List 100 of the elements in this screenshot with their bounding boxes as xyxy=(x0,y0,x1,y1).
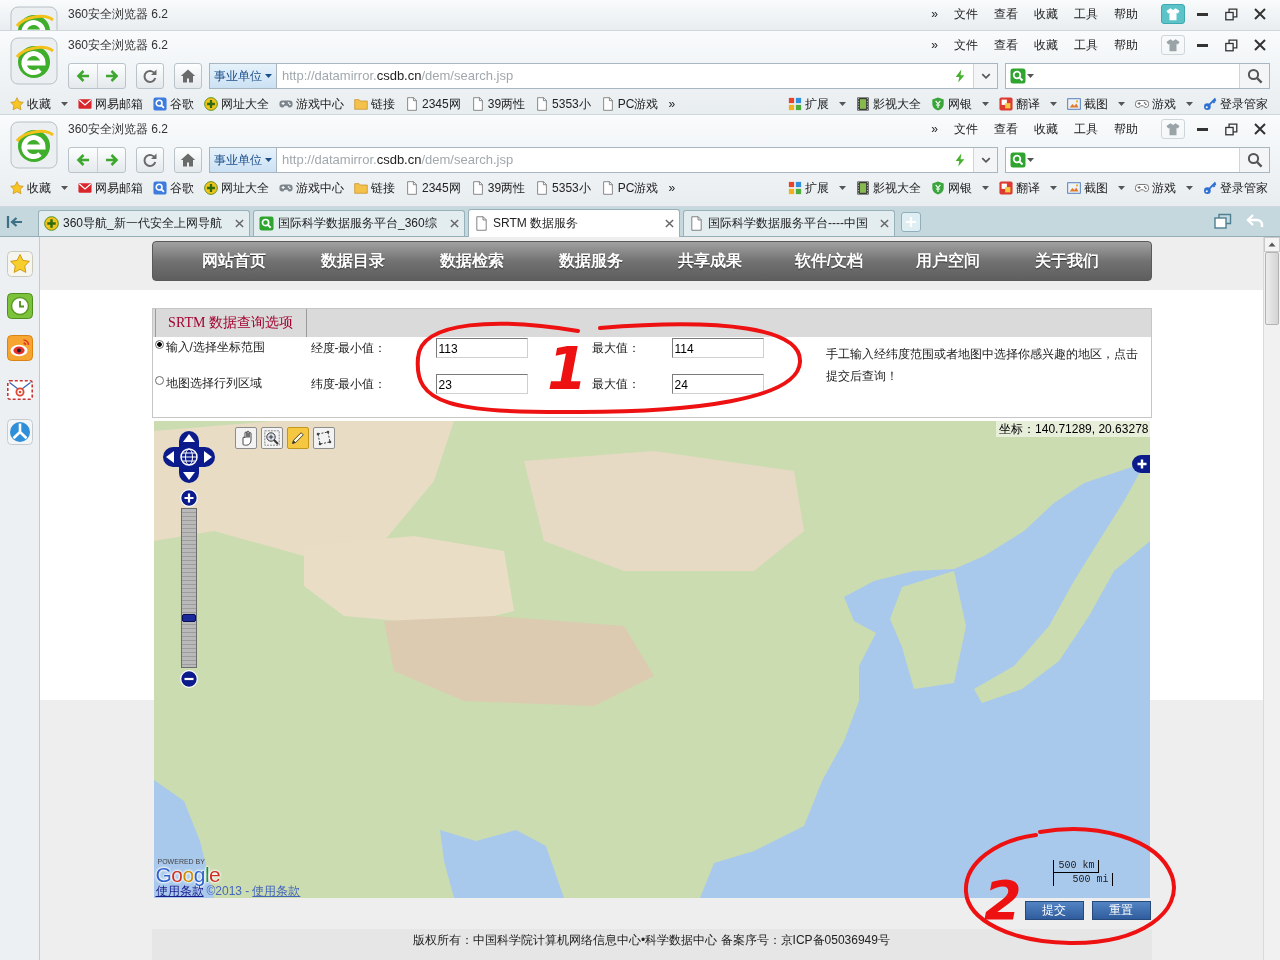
nav-link[interactable]: 数据服务 xyxy=(531,251,651,271)
bookmark-link[interactable]: 谷歌 xyxy=(153,96,194,112)
menu-item[interactable]: 帮助 xyxy=(1106,6,1146,22)
close-icon[interactable] xyxy=(665,219,674,228)
refresh-button[interactable] xyxy=(136,63,164,89)
caret-icon[interactable] xyxy=(1027,74,1034,78)
menu-item[interactable]: 查看 xyxy=(986,37,1026,53)
reset-button[interactable]: 重置 xyxy=(1091,901,1151,920)
caret-icon[interactable] xyxy=(61,186,68,190)
menu-item[interactable]: 收藏 xyxy=(1026,6,1066,22)
menu-item[interactable]: 收藏 xyxy=(1026,121,1066,137)
close-icon[interactable] xyxy=(880,219,889,228)
caret-icon[interactable] xyxy=(839,186,846,190)
bookmark-link[interactable]: 链接 xyxy=(354,180,395,196)
bookmark-link[interactable]: 网易邮箱 xyxy=(78,180,143,196)
toolbar-item[interactable]: 游戏 xyxy=(1135,180,1193,196)
menu-item[interactable]: 工具 xyxy=(1066,6,1106,22)
bookmark-link[interactable]: 5353小 xyxy=(535,180,591,196)
bookmark-link[interactable]: 游戏中心 xyxy=(279,96,344,112)
toolbar-item[interactable]: 网银 xyxy=(931,180,989,196)
bookmark-link[interactable]: 网址大全 xyxy=(204,96,269,112)
menu-item[interactable]: 帮助 xyxy=(1106,121,1146,137)
caret-icon[interactable] xyxy=(1186,186,1193,190)
clock-icon[interactable] xyxy=(6,293,33,319)
more-menu-button[interactable]: » xyxy=(923,121,946,137)
browser-tab[interactable]: SRTM 数据服务 xyxy=(468,209,680,237)
caret-icon[interactable] xyxy=(1186,102,1193,106)
caret-icon[interactable] xyxy=(265,158,272,162)
search-button[interactable] xyxy=(1239,64,1269,88)
more-menu-button[interactable]: » xyxy=(923,6,946,22)
longitude-min-field[interactable]: 113 xyxy=(435,338,528,358)
latitude-min-field[interactable]: 23 xyxy=(435,374,528,394)
toolbar-item[interactable]: 截图 xyxy=(1067,180,1125,196)
home-button[interactable] xyxy=(174,63,202,89)
toolbar-item[interactable]: 影视大全 xyxy=(856,96,921,112)
history-dropdown-button[interactable] xyxy=(973,64,997,88)
bookmark-link[interactable]: 收藏 xyxy=(10,180,68,196)
lightning-icon[interactable] xyxy=(953,69,967,83)
url-field[interactable]: http://datamirror.csdb.cn/dem/search.jsp xyxy=(277,64,947,88)
search-button[interactable] xyxy=(1239,148,1269,172)
bookmark-link[interactable]: PC游戏 xyxy=(600,96,659,112)
polygon-tool-button[interactable] xyxy=(312,427,335,449)
toolbar-item[interactable]: 翻译 xyxy=(999,96,1057,112)
history-dropdown-button[interactable] xyxy=(973,148,997,172)
bookmark-link[interactable]: 收藏 xyxy=(10,96,68,112)
caret-icon[interactable] xyxy=(1050,102,1057,106)
browser-tab[interactable]: 360导航_新一代安全上网导航 xyxy=(38,210,250,236)
windows-icon[interactable] xyxy=(1214,213,1232,229)
menu-item[interactable]: 文件 xyxy=(946,37,986,53)
caret-icon[interactable] xyxy=(982,186,989,190)
menu-item[interactable]: 查看 xyxy=(986,121,1026,137)
browser-tab[interactable]: 国际科学数据服务平台----中国 xyxy=(683,210,895,236)
toolbar-item[interactable]: 扩展 xyxy=(788,96,846,112)
menu-item[interactable]: 查看 xyxy=(986,6,1026,22)
bookmark-link[interactable]: 游戏中心 xyxy=(279,180,344,196)
more-bookmarks-button[interactable]: » xyxy=(668,96,676,112)
nav-link[interactable]: 网站首页 xyxy=(174,251,294,271)
caret-icon[interactable] xyxy=(265,74,272,78)
mode-radio[interactable] xyxy=(154,340,164,349)
scrollbar-thumb[interactable] xyxy=(1265,252,1279,326)
caret-icon[interactable] xyxy=(839,102,846,106)
caret-icon[interactable] xyxy=(1118,186,1125,190)
nav-link[interactable]: 数据目录 xyxy=(293,251,413,271)
envelope-icon[interactable] xyxy=(6,377,33,403)
scope-dropdown[interactable]: 事业单位 xyxy=(210,64,277,88)
panel-tab[interactable]: SRTM 数据查询选项 xyxy=(154,309,307,337)
menu-item[interactable]: 工具 xyxy=(1066,37,1106,53)
menu-item[interactable]: 文件 xyxy=(946,6,986,22)
url-field[interactable]: http://datamirror.csdb.cn/dem/search.jsp xyxy=(277,148,947,172)
address-bar[interactable]: 事业单位 http://datamirror.csdb.cn/dem/search.jsp xyxy=(209,147,998,173)
scope-dropdown[interactable]: 事业单位 xyxy=(210,148,277,172)
skin-button[interactable] xyxy=(1161,4,1185,24)
arrow-left-bar-icon[interactable] xyxy=(6,213,24,230)
refresh-button[interactable] xyxy=(136,147,164,173)
bookmark-link[interactable]: 39两性 xyxy=(470,96,526,112)
submit-button[interactable]: 提交 xyxy=(1024,901,1084,920)
plus-icon[interactable] xyxy=(1131,455,1150,473)
bookmark-link[interactable]: 2345网 xyxy=(405,96,461,112)
bookmark-link[interactable]: 2345网 xyxy=(405,180,461,196)
zoom-slider-thumb[interactable] xyxy=(181,614,196,622)
search-bar[interactable] xyxy=(1005,63,1270,89)
more-bookmarks-button[interactable]: » xyxy=(668,180,676,196)
bookmark-link[interactable]: 网易邮箱 xyxy=(78,96,143,112)
hand-tool-button[interactable] xyxy=(234,427,257,449)
latitude-max-field[interactable]: 24 xyxy=(671,374,764,394)
bookmark-link[interactable]: 39两性 xyxy=(470,180,526,196)
nav-link[interactable]: 用户空间 xyxy=(888,251,1008,271)
bookmark-link[interactable]: PC游戏 xyxy=(600,180,659,196)
bookmark-link[interactable]: 5353小 xyxy=(535,96,591,112)
toolbar-item[interactable]: 登录管家 xyxy=(1203,96,1268,112)
nav-link[interactable]: 共享成果 xyxy=(650,251,770,271)
more-menu-button[interactable]: » xyxy=(923,37,946,53)
circle-emblem-icon[interactable] xyxy=(6,419,33,445)
nav-link[interactable]: 数据检索 xyxy=(412,251,532,271)
caret-icon[interactable] xyxy=(1027,158,1034,162)
toolbar-item[interactable]: 影视大全 xyxy=(856,180,921,196)
scrollbar[interactable] xyxy=(1263,237,1280,960)
nav-link[interactable]: 软件/文档 xyxy=(769,251,889,271)
bookmark-link[interactable]: 网址大全 xyxy=(204,180,269,196)
menu-item[interactable]: 文件 xyxy=(946,121,986,137)
